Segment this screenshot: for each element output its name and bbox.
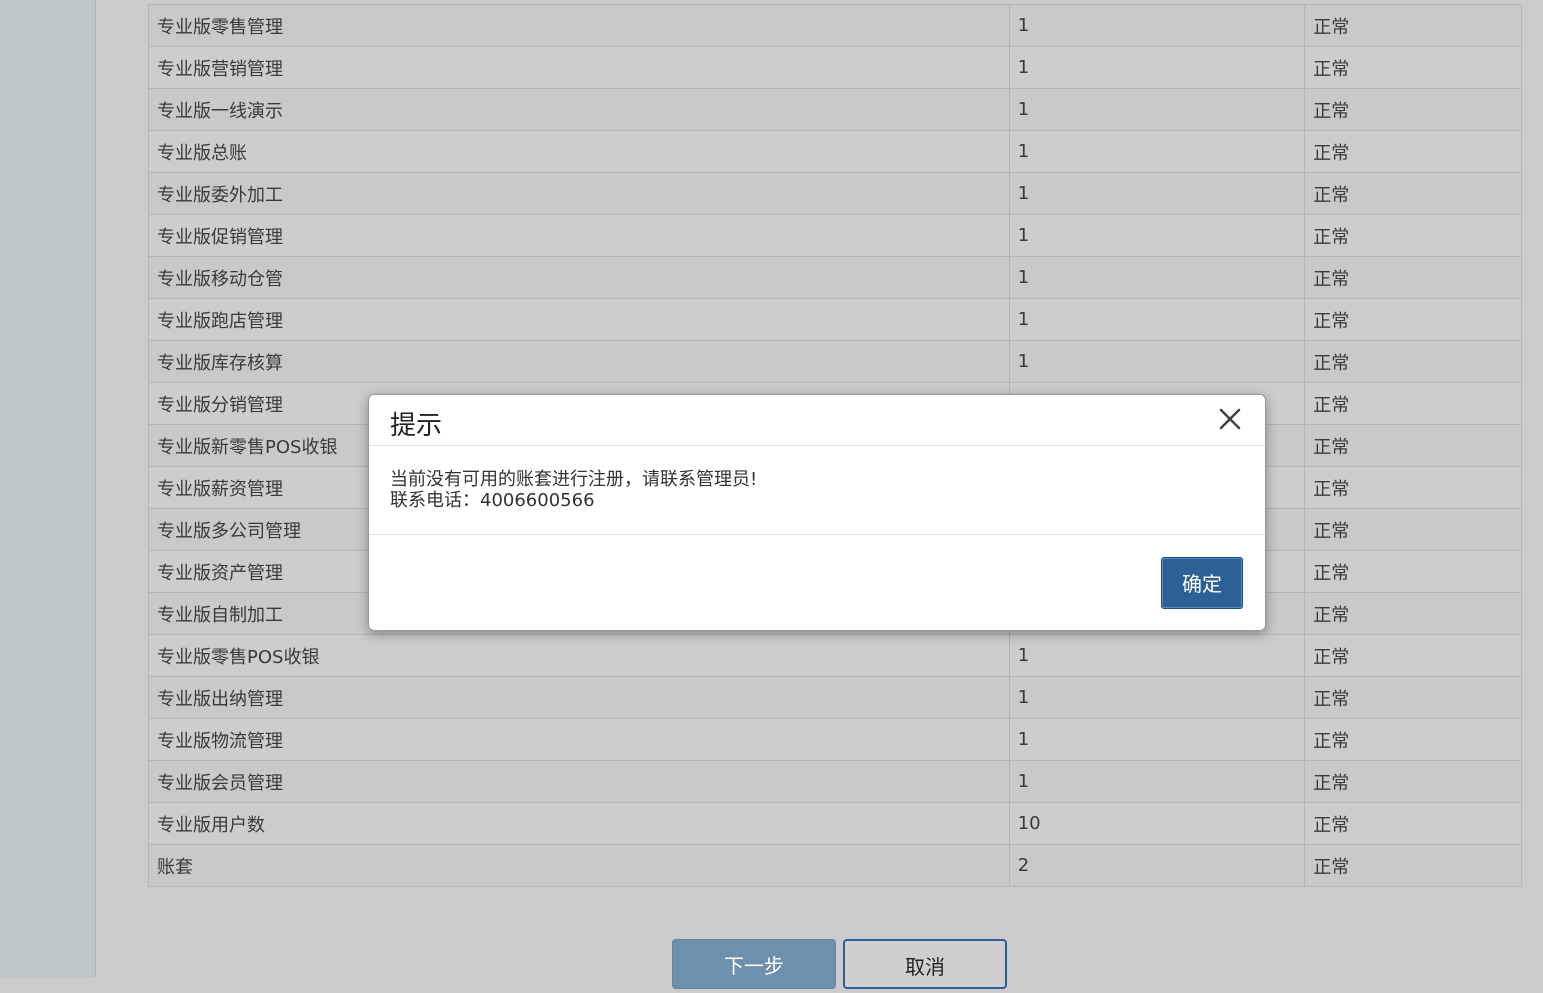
close-icon[interactable] (1217, 406, 1243, 432)
confirm-button[interactable]: 确定 (1161, 557, 1243, 609)
dialog-header: 提示 (369, 395, 1265, 446)
dialog-footer: 确定 (369, 534, 1265, 631)
dialog-message: 当前没有可用的账套进行注册，请联系管理员! 联系电话：4006600566 (390, 469, 757, 511)
dialog-title: 提示 (390, 411, 443, 441)
alert-dialog: 提示 当前没有可用的账套进行注册，请联系管理员! 联系电话：4006600566… (368, 394, 1266, 631)
dialog-phone-line: 联系电话：4006600566 (390, 490, 595, 511)
dialog-message-line: 当前没有可用的账套进行注册，请联系管理员! (390, 469, 758, 490)
